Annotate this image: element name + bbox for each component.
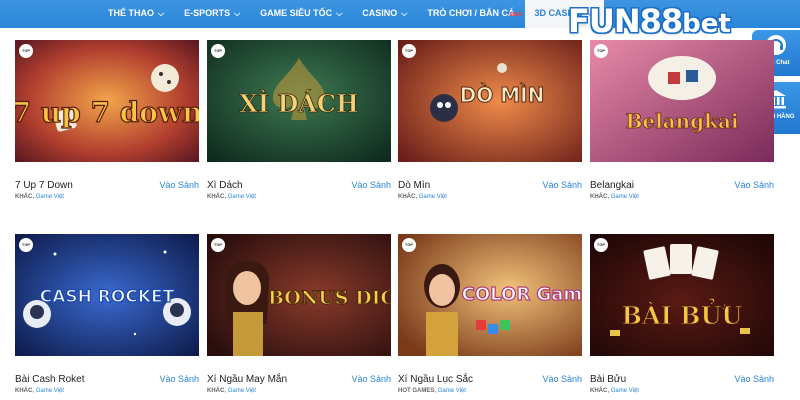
game-category: HOT GAMES, Game Việt — [398, 388, 466, 394]
game-category: KHÁC, Game Việt — [398, 194, 447, 200]
game-category: KHÁC, Game Việt — [15, 194, 64, 200]
nav-fast-games[interactable]: GAME SIÊU TỐC ⌵ — [250, 0, 352, 28]
provider-badge: TGP — [594, 238, 608, 252]
nav-games-fishing[interactable]: TRÒ CHƠI / BẮN CÁ NEW! — [417, 0, 524, 28]
provider-badge: TGP — [402, 44, 416, 58]
game-thumbnail-7up7down[interactable]: 7 up 7 down TGP — [15, 40, 199, 162]
enter-lobby-link[interactable]: Vào Sảnh — [159, 374, 199, 384]
game-thumbnail-bai-buu[interactable]: BÀI BỬU TGP — [590, 234, 774, 356]
enter-lobby-link[interactable]: Vào Sảnh — [351, 374, 391, 384]
game-thumbnail-belangkai[interactable]: Belangkai TGP — [590, 40, 774, 162]
game-art-text: BONUS DICE — [268, 287, 391, 309]
game-category: KHÁC, Game Việt — [15, 388, 64, 394]
provider-badge: TGP — [594, 44, 608, 58]
chevron-down-icon: ⌵ — [234, 9, 241, 18]
game-title: Dò Mìn — [398, 180, 431, 191]
provider-badge: TGP — [211, 238, 225, 252]
game-title: Bài Bửu — [590, 374, 627, 385]
game-card: BONUS DICE TGP Xí Ngầu May Mắn Vào Sảnh … — [207, 234, 391, 399]
enter-lobby-link[interactable]: Vào Sảnh — [351, 180, 391, 190]
nav-casino[interactable]: CASINO ⌵ — [352, 0, 417, 28]
game-art-text: Belangkai — [625, 109, 739, 133]
game-thumbnail-color-game[interactable]: COLOR Game TGP — [398, 234, 582, 356]
nav-sports[interactable]: THỂ THAO ⌵ — [98, 0, 174, 28]
game-title: Xí Ngầu Lục Sắc — [398, 374, 474, 385]
provider-badge: TGP — [211, 44, 225, 58]
enter-lobby-link[interactable]: Vào Sảnh — [734, 374, 774, 384]
game-thumbnail-cash-roket[interactable]: CASH ROCKET TGP — [15, 234, 199, 356]
game-card: DÒ MÌN TGP Dò Mìn Vào Sảnh KHÁC, Game Vi… — [398, 40, 582, 205]
game-category: KHÁC, Game Việt — [590, 194, 639, 200]
game-art-text: DÒ MÌN — [460, 83, 545, 107]
game-art-text: CASH ROCKET — [40, 287, 175, 307]
game-thumbnail-bonus-dice[interactable]: BONUS DICE TGP — [207, 234, 391, 356]
game-card: COLOR Game TGP Xí Ngầu Lục Sắc Vào Sảnh … — [398, 234, 582, 399]
game-category: KHÁC, Game Việt — [207, 388, 256, 394]
chevron-down-icon: ⌵ — [336, 9, 343, 18]
game-category: KHÁC, Game Việt — [590, 388, 639, 394]
game-card: BÀI BỬU TGP Bài Bửu Vào Sảnh KHÁC, Game … — [590, 234, 774, 399]
game-art-text: BÀI BỬU — [622, 298, 743, 330]
game-card: Belangkai TGP Belangkai Vào Sảnh KHÁC, G… — [590, 40, 774, 205]
game-art-text: 7 up 7 down — [15, 96, 199, 129]
game-title: Bài Cash Roket — [15, 374, 85, 385]
casino-lobby-page: THỂ THAO ⌵ E-SPORTS ⌵ GAME SIÊU TỐC ⌵ CASIN… — [0, 0, 800, 400]
game-thumbnail-xi-dach[interactable]: XÌ DÁCH TGP — [207, 40, 391, 162]
game-title: 7 Up 7 Down — [15, 180, 73, 191]
game-category: KHÁC, Game Việt — [207, 194, 256, 200]
game-card: 7 up 7 down TGP 7 Up 7 Down Vào Sảnh KHÁ… — [15, 40, 199, 205]
game-card: XÌ DÁCH TGP Xì Dách Vào Sảnh KHÁC, Game … — [207, 40, 391, 205]
enter-lobby-link[interactable]: Vào Sảnh — [542, 374, 582, 384]
enter-lobby-link[interactable]: Vào Sảnh — [734, 180, 774, 190]
chevron-down-icon: ⌵ — [158, 9, 165, 18]
provider-badge: TGP — [19, 44, 33, 58]
new-badge: NEW! — [509, 12, 523, 18]
game-title: Xí Ngầu May Mắn — [207, 374, 288, 385]
enter-lobby-link[interactable]: Vào Sảnh — [542, 180, 582, 190]
enter-lobby-link[interactable]: Vào Sảnh — [159, 180, 199, 190]
game-title: Belangkai — [590, 180, 634, 191]
game-art-text: COLOR Game — [462, 284, 582, 305]
game-thumbnail-do-min[interactable]: DÒ MÌN TGP — [398, 40, 582, 162]
game-title: Xì Dách — [207, 180, 243, 191]
provider-badge: TGP — [19, 238, 33, 252]
chevron-down-icon: ⌵ — [401, 9, 408, 18]
nav-esports[interactable]: E-SPORTS ⌵ — [174, 0, 250, 28]
game-art-text: XÌ DÁCH — [239, 89, 358, 118]
brand-logo: FUN88 bet — [568, 2, 731, 40]
game-card: CASH ROCKET TGP Bài Cash Roket Vào Sảnh … — [15, 234, 199, 399]
provider-badge: TGP — [402, 238, 416, 252]
